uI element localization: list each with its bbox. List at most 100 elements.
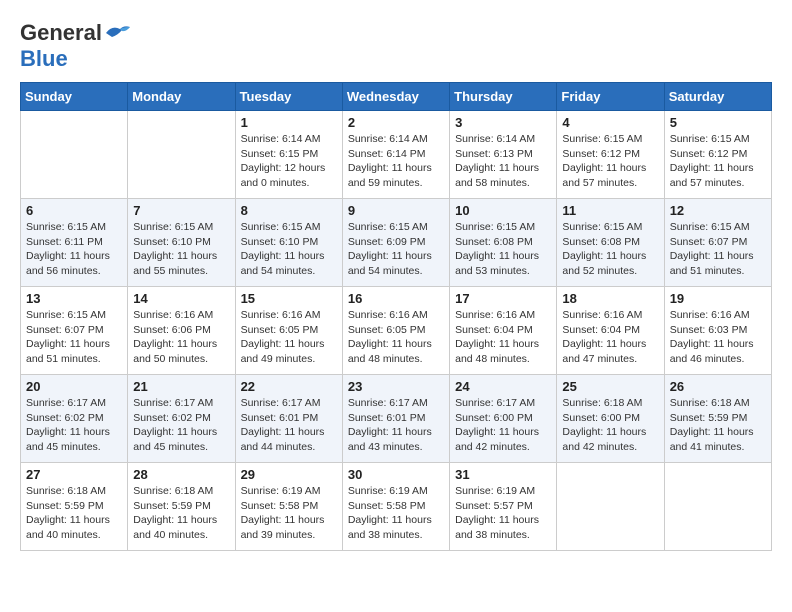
calendar-cell	[664, 463, 771, 551]
day-number: 30	[348, 467, 444, 482]
calendar-cell: 5Sunrise: 6:15 AMSunset: 6:12 PMDaylight…	[664, 111, 771, 199]
day-number: 17	[455, 291, 551, 306]
day-info: Sunrise: 6:16 AMSunset: 6:03 PMDaylight:…	[670, 308, 766, 367]
calendar-cell: 11 Sunrise: 6:15 AMSunset: 6:08 PMDayligh…	[557, 199, 664, 287]
day-info: Sunrise: 6:18 AMSunset: 5:59 PMDaylight:…	[133, 484, 229, 543]
day-number: 23	[348, 379, 444, 394]
day-number: 15	[241, 291, 337, 306]
day-info: Sunrise: 6:17 AMSunset: 6:00 PMDaylight:…	[455, 396, 551, 455]
calendar-cell: 23 Sunrise: 6:17 AMSunset: 6:01 PMDayligh…	[342, 375, 449, 463]
calendar-cell: 29 Sunrise: 6:19 AMSunset: 5:58 PMDayligh…	[235, 463, 342, 551]
day-number: 21	[133, 379, 229, 394]
day-number: 2	[348, 115, 444, 130]
calendar-cell	[128, 111, 235, 199]
logo-blue-text: Blue	[20, 46, 68, 71]
day-number: 18	[562, 291, 658, 306]
page-header: General Blue	[20, 20, 772, 72]
day-info: Sunrise: 6:19 AMSunset: 5:58 PMDaylight:…	[348, 484, 444, 543]
day-info: Sunrise: 6:17 AMSunset: 6:01 PMDaylight:…	[348, 396, 444, 455]
calendar-cell	[557, 463, 664, 551]
day-info: Sunrise: 6:16 AMSunset: 6:06 PMDaylight:…	[133, 308, 229, 367]
day-info: Sunrise: 6:15 AMSunset: 6:08 PMDaylight:…	[562, 220, 658, 279]
day-info: Sunrise: 6:15 AMSunset: 6:12 PMDaylight:…	[562, 132, 658, 191]
day-number: 7	[133, 203, 229, 218]
day-number: 16	[348, 291, 444, 306]
calendar-body: 1 Sunrise: 6:14 AMSunset: 6:15 PMDaylight…	[21, 111, 772, 551]
day-info: Sunrise: 6:14 AMSunset: 6:15 PMDaylight:…	[241, 132, 337, 191]
calendar-cell: 24 Sunrise: 6:17 AMSunset: 6:00 PMDayligh…	[450, 375, 557, 463]
weekday-header-cell: Wednesday	[342, 83, 449, 111]
calendar-cell: 9Sunrise: 6:15 AMSunset: 6:09 PMDaylight…	[342, 199, 449, 287]
calendar-cell: 26 Sunrise: 6:18 AMSunset: 5:59 PMDayligh…	[664, 375, 771, 463]
day-number: 27	[26, 467, 122, 482]
calendar-cell: 22 Sunrise: 6:17 AMSunset: 6:01 PMDayligh…	[235, 375, 342, 463]
day-info: Sunrise: 6:14 AMSunset: 6:13 PMDaylight:…	[455, 132, 551, 191]
calendar-week-row: 6Sunrise: 6:15 AMSunset: 6:11 PMDaylight…	[21, 199, 772, 287]
day-number: 9	[348, 203, 444, 218]
day-number: 12	[670, 203, 766, 218]
weekday-header-cell: Sunday	[21, 83, 128, 111]
calendar-cell: 28 Sunrise: 6:18 AMSunset: 5:59 PMDayligh…	[128, 463, 235, 551]
calendar-cell: 25 Sunrise: 6:18 AMSunset: 6:00 PMDayligh…	[557, 375, 664, 463]
day-number: 3	[455, 115, 551, 130]
day-number: 22	[241, 379, 337, 394]
day-info: Sunrise: 6:15 AMSunset: 6:08 PMDaylight:…	[455, 220, 551, 279]
calendar-cell	[21, 111, 128, 199]
day-number: 14	[133, 291, 229, 306]
day-number: 13	[26, 291, 122, 306]
calendar-cell: 7 Sunrise: 6:15 AMSunset: 6:10 PMDaylight…	[128, 199, 235, 287]
day-info: Sunrise: 6:17 AMSunset: 6:02 PMDaylight:…	[133, 396, 229, 455]
calendar-cell: 13 Sunrise: 6:15 AMSunset: 6:07 PMDayligh…	[21, 287, 128, 375]
calendar-cell: 8 Sunrise: 6:15 AMSunset: 6:10 PMDaylight…	[235, 199, 342, 287]
day-number: 24	[455, 379, 551, 394]
day-info: Sunrise: 6:18 AMSunset: 5:59 PMDaylight:…	[26, 484, 122, 543]
calendar-cell: 12 Sunrise: 6:15 AMSunset: 6:07 PMDayligh…	[664, 199, 771, 287]
day-number: 28	[133, 467, 229, 482]
calendar-cell: 16Sunrise: 6:16 AMSunset: 6:05 PMDayligh…	[342, 287, 449, 375]
day-number: 1	[241, 115, 337, 130]
calendar-cell: 20 Sunrise: 6:17 AMSunset: 6:02 PMDayligh…	[21, 375, 128, 463]
weekday-header-cell: Monday	[128, 83, 235, 111]
day-info: Sunrise: 6:15 AMSunset: 6:11 PMDaylight:…	[26, 220, 122, 279]
calendar-cell: 31Sunrise: 6:19 AMSunset: 5:57 PMDayligh…	[450, 463, 557, 551]
logo: General Blue	[20, 20, 132, 72]
calendar-cell: 4 Sunrise: 6:15 AMSunset: 6:12 PMDaylight…	[557, 111, 664, 199]
day-info: Sunrise: 6:15 AMSunset: 6:10 PMDaylight:…	[133, 220, 229, 279]
day-info: Sunrise: 6:14 AMSunset: 6:14 PMDaylight:…	[348, 132, 444, 191]
calendar-week-row: 27 Sunrise: 6:18 AMSunset: 5:59 PMDayligh…	[21, 463, 772, 551]
calendar-cell: 27 Sunrise: 6:18 AMSunset: 5:59 PMDayligh…	[21, 463, 128, 551]
calendar-cell: 10 Sunrise: 6:15 AMSunset: 6:08 PMDayligh…	[450, 199, 557, 287]
calendar-cell: 1 Sunrise: 6:14 AMSunset: 6:15 PMDaylight…	[235, 111, 342, 199]
day-info: Sunrise: 6:18 AMSunset: 5:59 PMDaylight:…	[670, 396, 766, 455]
logo-bird-icon	[104, 23, 132, 43]
day-info: Sunrise: 6:18 AMSunset: 6:00 PMDaylight:…	[562, 396, 658, 455]
day-info: Sunrise: 6:15 AMSunset: 6:07 PMDaylight:…	[26, 308, 122, 367]
day-number: 31	[455, 467, 551, 482]
day-number: 8	[241, 203, 337, 218]
day-number: 26	[670, 379, 766, 394]
day-info: Sunrise: 6:16 AMSunset: 6:05 PMDaylight:…	[241, 308, 337, 367]
weekday-header-cell: Friday	[557, 83, 664, 111]
day-number: 25	[562, 379, 658, 394]
calendar-cell: 6Sunrise: 6:15 AMSunset: 6:11 PMDaylight…	[21, 199, 128, 287]
calendar-cell: 15 Sunrise: 6:16 AMSunset: 6:05 PMDayligh…	[235, 287, 342, 375]
day-number: 29	[241, 467, 337, 482]
calendar-cell: 18Sunrise: 6:16 AMSunset: 6:04 PMDayligh…	[557, 287, 664, 375]
day-number: 4	[562, 115, 658, 130]
day-info: Sunrise: 6:15 AMSunset: 6:10 PMDaylight:…	[241, 220, 337, 279]
calendar-table: SundayMondayTuesdayWednesdayThursdayFrid…	[20, 82, 772, 551]
weekday-header-row: SundayMondayTuesdayWednesdayThursdayFrid…	[21, 83, 772, 111]
day-number: 20	[26, 379, 122, 394]
calendar-week-row: 1 Sunrise: 6:14 AMSunset: 6:15 PMDaylight…	[21, 111, 772, 199]
weekday-header-cell: Thursday	[450, 83, 557, 111]
day-info: Sunrise: 6:19 AMSunset: 5:58 PMDaylight:…	[241, 484, 337, 543]
day-info: Sunrise: 6:17 AMSunset: 6:02 PMDaylight:…	[26, 396, 122, 455]
day-number: 11	[562, 203, 658, 218]
day-number: 10	[455, 203, 551, 218]
day-info: Sunrise: 6:16 AMSunset: 6:04 PMDaylight:…	[455, 308, 551, 367]
day-info: Sunrise: 6:15 AMSunset: 6:07 PMDaylight:…	[670, 220, 766, 279]
calendar-cell: 14 Sunrise: 6:16 AMSunset: 6:06 PMDayligh…	[128, 287, 235, 375]
day-info: Sunrise: 6:17 AMSunset: 6:01 PMDaylight:…	[241, 396, 337, 455]
calendar-cell: 17 Sunrise: 6:16 AMSunset: 6:04 PMDayligh…	[450, 287, 557, 375]
calendar-week-row: 13 Sunrise: 6:15 AMSunset: 6:07 PMDayligh…	[21, 287, 772, 375]
